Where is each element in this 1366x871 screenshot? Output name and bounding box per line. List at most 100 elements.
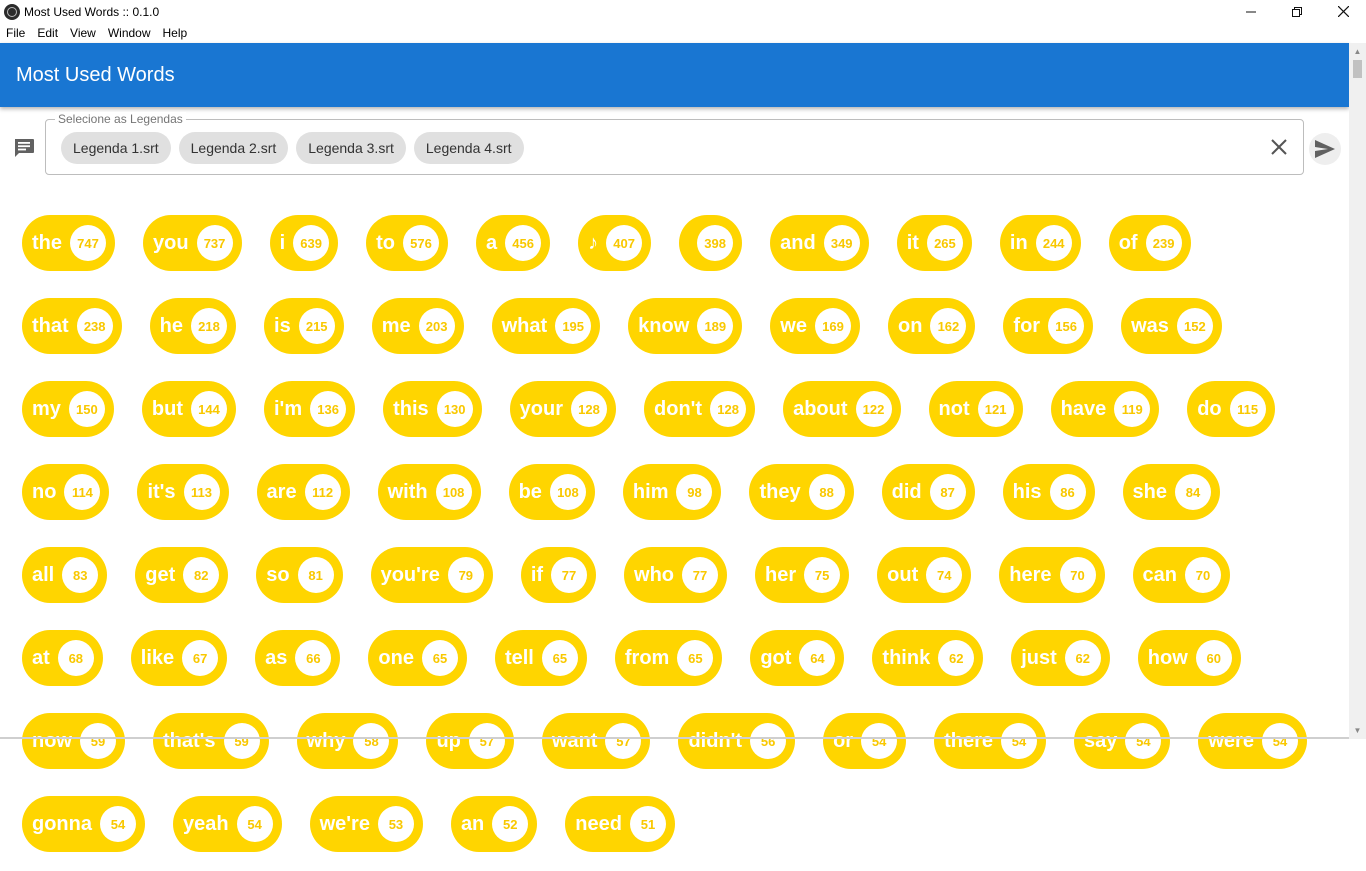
scroll-up-arrow-icon[interactable]: ▲ <box>1349 43 1366 60</box>
word-chip[interactable]: that 238 <box>22 298 122 354</box>
word-chip[interactable]: now 59 <box>22 713 125 769</box>
word-chip[interactable]: as 66 <box>255 630 341 686</box>
word-chip[interactable]: from 65 <box>614 630 723 686</box>
word-chip[interactable]: got 64 <box>750 630 845 686</box>
word-chip[interactable]: him 98 <box>622 464 722 520</box>
word-chip[interactable]: on 162 <box>887 298 976 354</box>
word-chip[interactable]: out 74 <box>877 547 972 603</box>
word-chip[interactable]: in 244 <box>999 215 1081 271</box>
word-chip[interactable]: yeah 54 <box>173 796 282 852</box>
vertical-scrollbar[interactable]: ▲ ▼ <box>1349 43 1366 739</box>
word-chip[interactable]: ♪ 407 <box>578 215 652 271</box>
word-chip[interactable]: of 239 <box>1108 215 1191 271</box>
word-chip[interactable]: don't 128 <box>644 381 756 437</box>
word-chip[interactable]: a 456 <box>476 215 551 271</box>
menu-file[interactable]: File <box>0 23 31 43</box>
word-chip[interactable]: you're 79 <box>370 547 493 603</box>
word-chip[interactable]: this 130 <box>383 381 482 437</box>
restore-button[interactable] <box>1274 0 1320 23</box>
word-chip[interactable]: that's 59 <box>153 713 269 769</box>
scroll-thumb[interactable] <box>1353 60 1362 78</box>
word-chip[interactable]: all 83 <box>22 547 108 603</box>
word-chip[interactable]: do 115 <box>1187 381 1275 437</box>
word-chip[interactable]: just 62 <box>1011 630 1110 686</box>
close-window-button[interactable] <box>1320 0 1366 23</box>
word-chip[interactable]: were 54 <box>1198 713 1307 769</box>
word-text: out <box>887 563 919 586</box>
file-chip[interactable]: Legenda 3.srt <box>296 132 406 164</box>
word-chip[interactable]: she 84 <box>1122 464 1220 520</box>
file-chip[interactable]: Legenda 4.srt <box>413 132 524 164</box>
word-chip[interactable]: why 58 <box>296 713 399 769</box>
word-chip[interactable]: we're 53 <box>309 796 423 852</box>
word-chip[interactable]: an 52 <box>450 796 538 852</box>
word-chip[interactable]: here 70 <box>999 547 1105 603</box>
word-chip[interactable]: not 121 <box>928 381 1023 437</box>
word-chip[interactable]: was 152 <box>1121 298 1222 354</box>
word-chip[interactable]: did 87 <box>881 464 975 520</box>
word-chip[interactable]: to 576 <box>366 215 449 271</box>
menu-window[interactable]: Window <box>102 23 157 43</box>
word-chip[interactable]: if 77 <box>520 547 597 603</box>
menu-view[interactable]: View <box>64 23 102 43</box>
word-chip[interactable]: his 86 <box>1002 464 1095 520</box>
menu-edit[interactable]: Edit <box>31 23 64 43</box>
word-chip[interactable]: can 70 <box>1132 547 1230 603</box>
word-chip[interactable]: get 82 <box>135 547 229 603</box>
word-chip[interactable]: it's 113 <box>137 464 229 520</box>
word-chip[interactable]: is 215 <box>264 298 344 354</box>
send-button[interactable] <box>1309 133 1341 165</box>
word-count-badge: 57 <box>468 723 505 759</box>
word-chip[interactable]: so 81 <box>256 547 343 603</box>
word-chip[interactable]: want 57 <box>541 713 651 769</box>
word-chip[interactable]: they 88 <box>749 464 854 520</box>
file-chip[interactable]: Legenda 1.srt <box>61 132 171 164</box>
word-chip[interactable]: and 349 <box>770 215 869 271</box>
word-chip[interactable]: know 189 <box>628 298 743 354</box>
word-chip[interactable]: at 68 <box>22 630 103 686</box>
word-chip[interactable]: be 108 <box>508 464 595 520</box>
word-chip[interactable]: we 169 <box>770 298 860 354</box>
word-chip[interactable]: one 65 <box>368 630 467 686</box>
word-chip[interactable]: the 747 <box>22 215 115 271</box>
word-chip[interactable]: tell 65 <box>494 630 587 686</box>
word-chip[interactable]: about 122 <box>783 381 901 437</box>
word-chip[interactable]: there 54 <box>934 713 1046 769</box>
word-text: got <box>760 646 792 669</box>
word-chip[interactable]: but 144 <box>141 381 236 437</box>
word-chip[interactable]: need 51 <box>565 796 675 852</box>
word-chip[interactable]: he 218 <box>149 298 237 354</box>
word-chip[interactable]: what 195 <box>491 298 601 354</box>
word-chip[interactable]: with 108 <box>377 464 481 520</box>
word-chip[interactable]: 398 <box>679 215 743 271</box>
scroll-down-arrow-icon[interactable]: ▼ <box>1349 722 1366 739</box>
subtitle-selector[interactable]: Selecione as Legendas Legenda 1.srt Lege… <box>45 112 1304 175</box>
word-chip[interactable]: gonna 54 <box>22 796 145 852</box>
word-chip[interactable]: say 54 <box>1073 713 1171 769</box>
word-chip[interactable]: i'm 136 <box>264 381 356 437</box>
clear-icon[interactable] <box>1269 137 1289 157</box>
word-chip[interactable]: didn't 56 <box>678 713 796 769</box>
word-chip[interactable]: my 150 <box>22 381 114 437</box>
minimize-button[interactable] <box>1228 0 1274 23</box>
word-chip[interactable]: me 203 <box>371 298 464 354</box>
word-chip[interactable]: her 75 <box>755 547 850 603</box>
word-chip[interactable]: like 67 <box>130 630 228 686</box>
word-chip[interactable]: how 60 <box>1137 630 1241 686</box>
word-chip[interactable]: up 57 <box>426 713 514 769</box>
menu-help[interactable]: Help <box>157 23 194 43</box>
word-chip[interactable]: your 128 <box>509 381 617 437</box>
word-chip[interactable]: or 54 <box>823 713 907 769</box>
word-chip[interactable]: have 119 <box>1050 381 1160 437</box>
word-chip[interactable]: are 112 <box>256 464 350 520</box>
file-chip[interactable]: Legenda 2.srt <box>178 132 289 164</box>
word-chip[interactable]: for 156 <box>1003 298 1094 354</box>
word-chip[interactable]: no 114 <box>22 464 110 520</box>
word-chip[interactable]: think 62 <box>872 630 984 686</box>
word-chip[interactable]: it 265 <box>896 215 972 271</box>
file-chip-list: Legenda 1.srt Legenda 2.srt Legenda 3.sr… <box>61 132 524 164</box>
word-chip[interactable]: who 77 <box>624 547 728 603</box>
word-chip[interactable]: i 639 <box>269 215 339 271</box>
word-text: here <box>1009 563 1052 586</box>
word-chip[interactable]: you 737 <box>143 215 242 271</box>
